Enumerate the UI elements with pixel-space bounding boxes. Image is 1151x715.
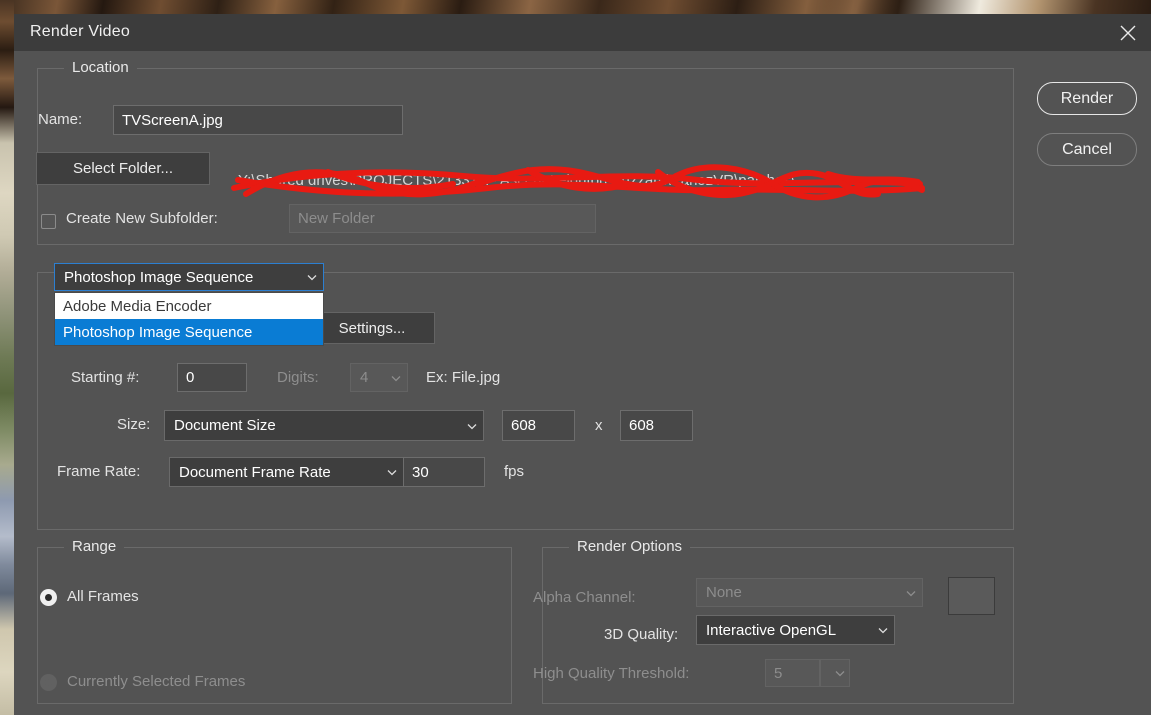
chevron-down-icon bbox=[461, 420, 483, 432]
chevron-down-icon bbox=[830, 667, 849, 679]
size-width-input[interactable] bbox=[502, 410, 575, 441]
chevron-down-icon bbox=[385, 372, 407, 384]
dialog-title-bar: Render Video bbox=[14, 14, 1151, 51]
settings-button[interactable]: Settings... bbox=[309, 312, 435, 344]
chevron-down-icon bbox=[301, 271, 323, 283]
high-quality-threshold-stepper[interactable] bbox=[820, 659, 850, 687]
create-subfolder-label: Create New Subfolder: bbox=[66, 210, 218, 227]
starting-number-input[interactable] bbox=[177, 363, 247, 392]
render-button[interactable]: Render bbox=[1037, 82, 1137, 115]
digits-combo-value: 4 bbox=[360, 369, 369, 386]
digits-combo[interactable]: 4 bbox=[350, 363, 408, 392]
frame-rate-label: Frame Rate: bbox=[57, 463, 141, 480]
render-video-dialog: Render Video Render Cancel Location Name… bbox=[14, 14, 1151, 715]
dropdown-option-adobe-media-encoder[interactable]: Adobe Media Encoder bbox=[55, 293, 323, 319]
location-group-title: Location bbox=[64, 59, 137, 76]
high-quality-threshold-label: High Quality Threshold: bbox=[533, 665, 690, 682]
dialog-title: Render Video bbox=[30, 23, 130, 40]
desktop-background-left-strip bbox=[0, 0, 14, 715]
size-combo-value: Document Size bbox=[174, 417, 276, 434]
3d-quality-value: Interactive OpenGL bbox=[706, 621, 837, 639]
all-frames-label: All Frames bbox=[67, 588, 139, 605]
cancel-button[interactable]: Cancel bbox=[1037, 133, 1137, 166]
size-separator: x bbox=[595, 417, 603, 434]
radio-all-frames[interactable] bbox=[40, 589, 57, 606]
name-input[interactable] bbox=[113, 105, 403, 135]
radio-currently-selected-frames[interactable] bbox=[40, 674, 57, 691]
currently-selected-frames-label: Currently Selected Frames bbox=[67, 673, 246, 690]
example-filename-label: Ex: File.jpg bbox=[426, 369, 501, 386]
subfolder-name-input[interactable] bbox=[289, 204, 596, 233]
3d-quality-combo[interactable]: Interactive OpenGL bbox=[696, 615, 895, 645]
format-dropdown-list[interactable]: Adobe Media Encoder Photoshop Image Sequ… bbox=[54, 292, 324, 346]
high-quality-threshold-input[interactable] bbox=[765, 659, 820, 687]
size-height-input[interactable] bbox=[620, 410, 693, 441]
size-combo[interactable]: Document Size bbox=[164, 410, 484, 441]
format-combo-value: Photoshop Image Sequence bbox=[64, 268, 254, 286]
alpha-channel-combo[interactable]: None bbox=[696, 578, 923, 607]
fps-label: fps bbox=[504, 463, 525, 480]
dropdown-option-photoshop-image-sequence[interactable]: Photoshop Image Sequence bbox=[55, 319, 323, 345]
select-folder-button[interactable]: Select Folder... bbox=[36, 152, 210, 185]
create-subfolder-checkbox[interactable] bbox=[41, 214, 56, 229]
chevron-down-icon bbox=[381, 466, 403, 478]
frame-rate-input[interactable] bbox=[403, 457, 485, 487]
close-icon[interactable] bbox=[1105, 14, 1151, 51]
name-label: Name: bbox=[38, 111, 83, 128]
alpha-channel-value: None bbox=[706, 584, 742, 601]
chevron-down-icon bbox=[872, 624, 894, 636]
frame-rate-combo-value: Document Frame Rate bbox=[179, 463, 331, 481]
size-label: Size: bbox=[117, 416, 151, 433]
frame-rate-combo[interactable]: Document Frame Rate bbox=[169, 457, 404, 487]
range-group-title: Range bbox=[64, 538, 125, 555]
folder-path-text: Y:\Shared drives\PROJECTS\21331A - Ascen… bbox=[238, 172, 795, 189]
digits-label: Digits: bbox=[277, 369, 319, 386]
alpha-channel-color-swatch[interactable] bbox=[948, 577, 995, 615]
render-options-group-title: Render Options bbox=[569, 538, 691, 555]
alpha-channel-label: Alpha Channel: bbox=[533, 589, 636, 606]
chevron-down-icon bbox=[900, 587, 922, 599]
3d-quality-label: 3D Quality: bbox=[604, 626, 679, 643]
format-combo[interactable]: Photoshop Image Sequence bbox=[54, 263, 324, 291]
starting-number-label: Starting #: bbox=[71, 369, 140, 386]
